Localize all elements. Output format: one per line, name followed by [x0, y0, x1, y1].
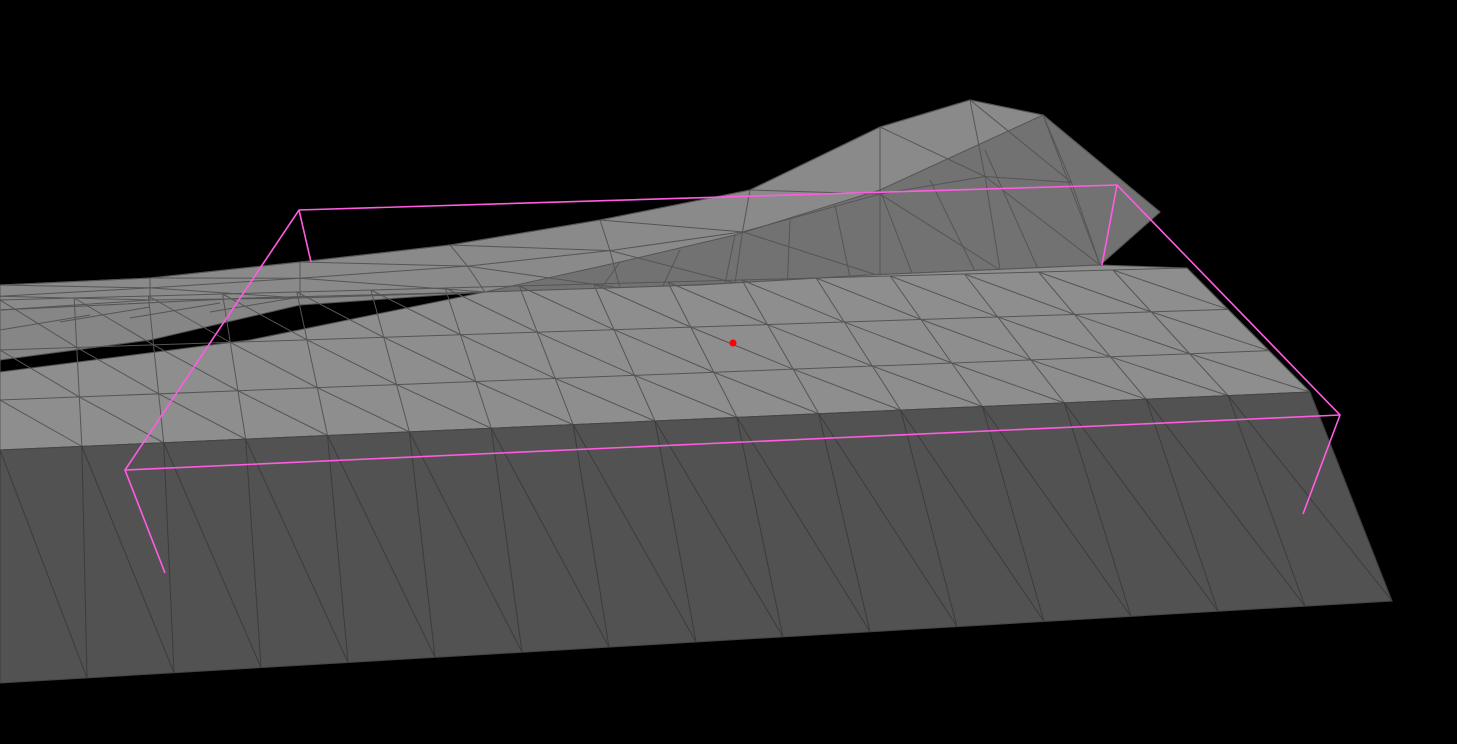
mesh-scene[interactable]: [0, 0, 1457, 744]
3d-viewport[interactable]: [0, 0, 1457, 744]
pivot-point-icon[interactable]: [729, 339, 737, 347]
